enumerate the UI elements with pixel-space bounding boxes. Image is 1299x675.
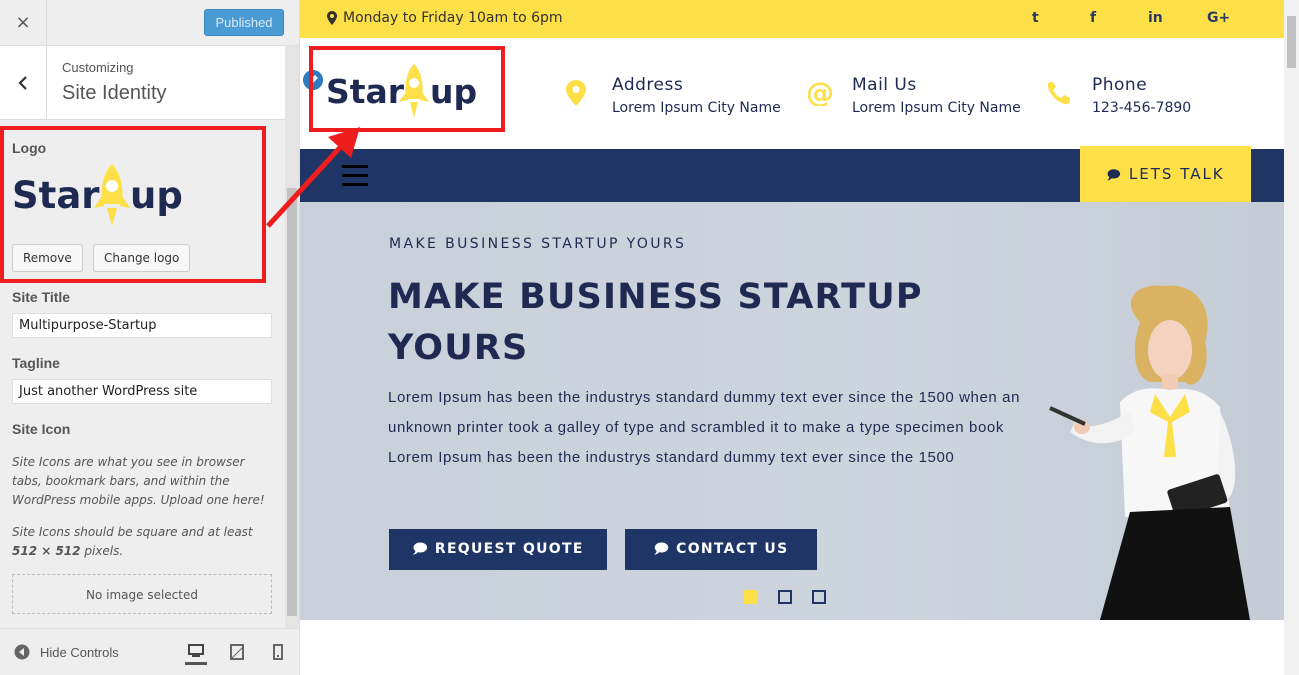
slider-dot-1[interactable] — [744, 590, 758, 604]
change-logo-button[interactable]: Change logo — [93, 244, 191, 272]
site-icon-label: Site Icon — [12, 421, 71, 437]
twitter-icon[interactable]: t — [1032, 10, 1039, 26]
chevron-left-icon — [18, 75, 27, 90]
tagline-label: Tagline — [12, 355, 60, 371]
logo-preview: Star up — [12, 164, 192, 234]
location-pin-icon — [327, 11, 337, 25]
svg-text:@: @ — [806, 80, 832, 106]
site-icon-description: Site Icons are what you see in browser t… — [12, 455, 265, 507]
svg-text:up: up — [430, 72, 477, 111]
hero-slider: MAKE BUSINESS STARTUP YOURS MAKE BUSINES… — [300, 202, 1284, 620]
tagline-input[interactable]: Just another WordPress site — [12, 379, 272, 404]
lets-talk-label: LETS TALK — [1128, 165, 1225, 183]
request-quote-label: REQUEST QUOTE — [434, 541, 584, 557]
site-icon-size-note: Site Icons should be square and at least… — [12, 523, 274, 561]
top-info-bar: Monday to Friday 10am to 6pm t f in G+ — [300, 0, 1284, 38]
hero-eyebrow: MAKE BUSINESS STARTUP YOURS — [389, 236, 687, 252]
contact-us-label: CONTACT US — [676, 541, 789, 557]
chat-bubble-icon: 🗩 — [412, 541, 435, 557]
google-plus-icon[interactable]: G+ — [1207, 10, 1230, 26]
site-title-label: Site Title — [12, 289, 71, 305]
customizing-label: Customizing — [62, 60, 134, 75]
mail-title: Mail Us — [852, 75, 917, 95]
publish-button[interactable]: Published — [204, 9, 284, 36]
hamburger-menu-icon[interactable] — [342, 163, 368, 187]
preview-scrollbar[interactable] — [1284, 0, 1299, 675]
phone-icon — [1047, 82, 1070, 105]
svg-text:up: up — [130, 174, 183, 217]
customizer-header: × Published — [0, 0, 299, 46]
tablet-icon — [230, 644, 244, 660]
request-quote-button[interactable]: 🗩 REQUEST QUOTE — [389, 529, 607, 570]
mobile-icon — [273, 644, 283, 660]
size-note-dimensions: 512 × 512 — [12, 544, 81, 558]
collapse-arrow-icon — [14, 644, 30, 660]
linkedin-icon[interactable]: in — [1148, 10, 1163, 26]
preview-scrollbar-thumb[interactable] — [1287, 16, 1296, 68]
close-customizer-button[interactable]: × — [0, 0, 47, 45]
svg-text:Star: Star — [12, 174, 100, 217]
slider-dot-3[interactable] — [812, 590, 826, 604]
mail-value: Lorem Ipsum City Name — [852, 100, 1021, 116]
main-navbar: 🗩 LETS TALK — [300, 146, 1284, 202]
size-note-suffix: pixels. — [80, 544, 124, 558]
address-pin-icon — [566, 80, 586, 106]
svg-text:Star: Star — [326, 72, 405, 111]
logo-label: Logo — [12, 140, 47, 156]
site-icon-dropzone[interactable]: No image selected — [12, 574, 272, 614]
hero-title: MAKE BUSINESS STARTUP YOURS — [388, 277, 923, 368]
tablet-preview-button[interactable] — [226, 639, 248, 665]
address-title: Address — [612, 75, 684, 95]
sidebar-scrollbar[interactable] — [285, 46, 299, 628]
hide-controls-button[interactable]: Hide Controls — [14, 644, 119, 660]
lets-talk-button[interactable]: 🗩 LETS TALK — [1080, 146, 1251, 202]
site-title-input[interactable]: Multipurpose-Startup — [12, 313, 272, 338]
edit-shortcut-icon[interactable] — [301, 68, 325, 92]
business-hours: Monday to Friday 10am to 6pm — [327, 10, 563, 26]
facebook-icon[interactable]: f — [1090, 10, 1096, 26]
hero-woman-image — [1049, 285, 1250, 620]
business-hours-text: Monday to Friday 10am to 6pm — [343, 10, 563, 26]
back-button[interactable] — [0, 46, 47, 119]
phone-value: 123-456-7890 — [1092, 100, 1192, 116]
site-preview: Monday to Friday 10am to 6pm t f in G+ S… — [300, 0, 1284, 675]
chat-bubble-icon: 🗩 — [653, 541, 677, 557]
hero-text: Lorem Ipsum has been the industrys stand… — [388, 389, 1021, 466]
section-title: Site Identity — [62, 82, 167, 104]
contact-us-button[interactable]: 🗩 CONTACT US — [625, 529, 817, 570]
site-identity-panel: Logo Star up Remove Change logo Site Tit… — [0, 120, 285, 628]
section-header: Customizing Site Identity — [0, 46, 285, 120]
site-logo[interactable]: Star up — [326, 62, 481, 126]
startup-logo-image: Star up — [12, 164, 183, 226]
chat-bubble-icon: 🗩 — [1106, 168, 1129, 183]
phone-title: Phone — [1092, 75, 1148, 95]
mail-at-icon: @ — [806, 80, 832, 106]
sidebar-scrollbar-thumb[interactable] — [287, 188, 297, 616]
slider-dot-2[interactable] — [778, 590, 792, 604]
size-note-text: Site Icons should be square and at least — [12, 525, 253, 539]
customizer-footer: Hide Controls — [0, 628, 299, 675]
mobile-preview-button[interactable] — [267, 639, 289, 665]
desktop-icon — [188, 643, 204, 657]
remove-logo-button[interactable]: Remove — [12, 244, 83, 272]
site-header: Star up Address Lorem Ipsum City Name @ … — [300, 38, 1284, 149]
desktop-preview-button[interactable] — [185, 639, 207, 665]
close-icon: × — [15, 12, 31, 33]
hide-controls-label: Hide Controls — [40, 644, 119, 660]
address-value: Lorem Ipsum City Name — [612, 100, 781, 116]
customizer-sidebar: × Published Customizing Site Identity Lo… — [0, 0, 300, 675]
